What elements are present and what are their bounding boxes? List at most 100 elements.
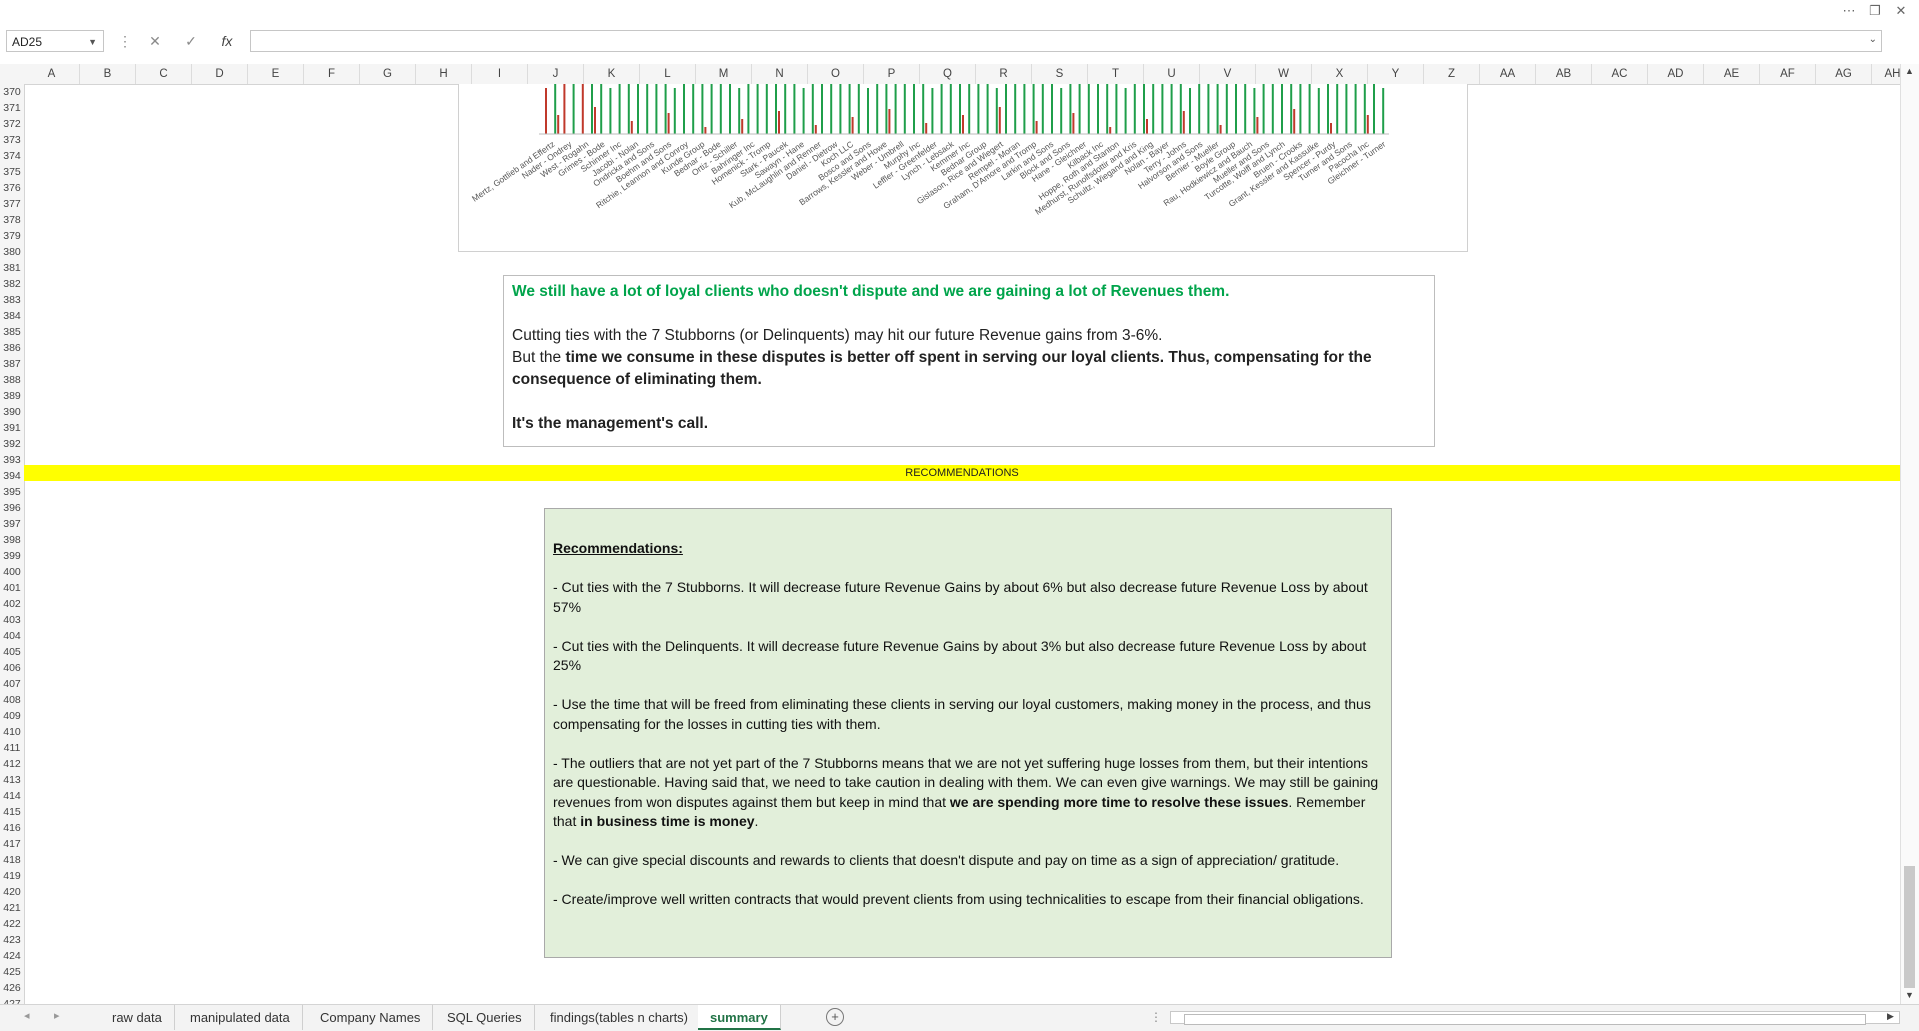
row-header-388[interactable]: 388 — [0, 372, 24, 388]
column-header-ab[interactable]: AB — [1536, 64, 1592, 84]
row-header-401[interactable]: 401 — [0, 580, 24, 596]
vertical-scrollbar[interactable]: ▲ ▼ — [1900, 64, 1919, 1004]
column-header-e[interactable]: E — [248, 64, 304, 84]
scroll-up-icon[interactable]: ▲ — [1905, 66, 1914, 76]
row-header-406[interactable]: 406 — [0, 660, 24, 676]
row-header-412[interactable]: 412 — [0, 756, 24, 772]
row-header-417[interactable]: 417 — [0, 836, 24, 852]
row-header-393[interactable]: 393 — [0, 452, 24, 468]
row-header-383[interactable]: 383 — [0, 292, 24, 308]
row-header-420[interactable]: 420 — [0, 884, 24, 900]
column-header-ac[interactable]: AC — [1592, 64, 1648, 84]
scroll-down-icon[interactable]: ▼ — [1905, 990, 1914, 1000]
row-header-382[interactable]: 382 — [0, 276, 24, 292]
row-header-404[interactable]: 404 — [0, 628, 24, 644]
column-header-k[interactable]: K — [584, 64, 640, 84]
row-header-397[interactable]: 397 — [0, 516, 24, 532]
column-header-n[interactable]: N — [752, 64, 808, 84]
column-header-f[interactable]: F — [304, 64, 360, 84]
row-header-398[interactable]: 398 — [0, 532, 24, 548]
close-icon[interactable]: ✕ — [1892, 2, 1910, 20]
expand-formula-icon[interactable]: ⌄ — [1869, 34, 1877, 45]
row-header-422[interactable]: 422 — [0, 916, 24, 932]
row-header-413[interactable]: 413 — [0, 772, 24, 788]
sheet-tab-summary[interactable]: summary — [698, 1005, 781, 1030]
row-header-405[interactable]: 405 — [0, 644, 24, 660]
row-header-424[interactable]: 424 — [0, 948, 24, 964]
row-header-378[interactable]: 378 — [0, 212, 24, 228]
row-header-391[interactable]: 391 — [0, 420, 24, 436]
row-header-426[interactable]: 426 — [0, 980, 24, 996]
revenue-chart[interactable]: Mertz, Gottlieb and Effertz Nader - Ondre… — [458, 84, 1468, 252]
ellipsis-icon[interactable]: ⋯ — [1840, 2, 1858, 20]
column-header-t[interactable]: T — [1088, 64, 1144, 84]
row-header-384[interactable]: 384 — [0, 308, 24, 324]
row-header-376[interactable]: 376 — [0, 180, 24, 196]
column-header-g[interactable]: G — [360, 64, 416, 84]
column-header-o[interactable]: O — [808, 64, 864, 84]
more-options-icon[interactable]: ⋮ — [112, 30, 138, 52]
row-header-372[interactable]: 372 — [0, 116, 24, 132]
row-header-380[interactable]: 380 — [0, 244, 24, 260]
enter-icon[interactable]: ✓ — [178, 30, 204, 52]
restore-icon[interactable]: ❐ — [1866, 2, 1884, 20]
column-header-c[interactable]: C — [136, 64, 192, 84]
row-header-408[interactable]: 408 — [0, 692, 24, 708]
column-header-x[interactable]: X — [1312, 64, 1368, 84]
recommendations-box[interactable]: Recommendations: - Cut ties with the 7 S… — [544, 508, 1392, 958]
row-header-387[interactable]: 387 — [0, 356, 24, 372]
row-header-386[interactable]: 386 — [0, 340, 24, 356]
row-header-390[interactable]: 390 — [0, 404, 24, 420]
row-header-385[interactable]: 385 — [0, 324, 24, 340]
row-header-418[interactable]: 418 — [0, 852, 24, 868]
column-header-u[interactable]: U — [1144, 64, 1200, 84]
column-header-ad[interactable]: AD — [1648, 64, 1704, 84]
tab-scroll-right-icon[interactable]: ▸ — [54, 1009, 60, 1022]
row-header-423[interactable]: 423 — [0, 932, 24, 948]
row-header-370[interactable]: 370 — [0, 84, 24, 100]
horizontal-scroll-thumb[interactable] — [1184, 1014, 1866, 1025]
column-header-j[interactable]: J — [528, 64, 584, 84]
column-header-ae[interactable]: AE — [1704, 64, 1760, 84]
insert-function-icon[interactable]: fx — [214, 30, 240, 52]
row-header-425[interactable]: 425 — [0, 964, 24, 980]
row-header-414[interactable]: 414 — [0, 788, 24, 804]
name-box[interactable]: AD25 ▼ — [6, 30, 104, 52]
insight-text-box[interactable]: We still have a lot of loyal clients who… — [503, 275, 1435, 447]
row-header-402[interactable]: 402 — [0, 596, 24, 612]
row-header-415[interactable]: 415 — [0, 804, 24, 820]
add-sheet-icon[interactable]: + — [826, 1008, 844, 1026]
column-header-r[interactable]: R — [976, 64, 1032, 84]
column-header-b[interactable]: B — [80, 64, 136, 84]
row-header-416[interactable]: 416 — [0, 820, 24, 836]
row-header-419[interactable]: 419 — [0, 868, 24, 884]
row-header-381[interactable]: 381 — [0, 260, 24, 276]
formula-input[interactable]: ⌄ — [250, 30, 1882, 52]
row-header-395[interactable]: 395 — [0, 484, 24, 500]
column-header-l[interactable]: L — [640, 64, 696, 84]
row-header-411[interactable]: 411 — [0, 740, 24, 756]
row-header-396[interactable]: 396 — [0, 500, 24, 516]
row-header-371[interactable]: 371 — [0, 100, 24, 116]
row-header-403[interactable]: 403 — [0, 612, 24, 628]
row-header-375[interactable]: 375 — [0, 164, 24, 180]
row-header-407[interactable]: 407 — [0, 676, 24, 692]
sheet-tab-manipulated-data[interactable]: manipulated data — [178, 1005, 303, 1030]
column-header-y[interactable]: Y — [1368, 64, 1424, 84]
row-header-377[interactable]: 377 — [0, 196, 24, 212]
row-header-409[interactable]: 409 — [0, 708, 24, 724]
sheet-tab-raw-data[interactable]: raw data — [100, 1005, 175, 1030]
column-header-af[interactable]: AF — [1760, 64, 1816, 84]
column-header-a[interactable]: A — [24, 64, 80, 84]
row-header-389[interactable]: 389 — [0, 388, 24, 404]
column-header-ag[interactable]: AG — [1816, 64, 1872, 84]
column-header-h[interactable]: H — [416, 64, 472, 84]
column-header-m[interactable]: M — [696, 64, 752, 84]
sheet-tab-findings-tables-n-charts[interactable]: findings(tables n charts) — [538, 1005, 702, 1030]
column-header-aa[interactable]: AA — [1480, 64, 1536, 84]
sheet-tab-sql-queries[interactable]: SQL Queries — [435, 1005, 535, 1030]
column-header-v[interactable]: V — [1200, 64, 1256, 84]
column-header-w[interactable]: W — [1256, 64, 1312, 84]
row-header-392[interactable]: 392 — [0, 436, 24, 452]
recommendations-band[interactable]: RECOMMENDATIONS — [24, 465, 1900, 481]
